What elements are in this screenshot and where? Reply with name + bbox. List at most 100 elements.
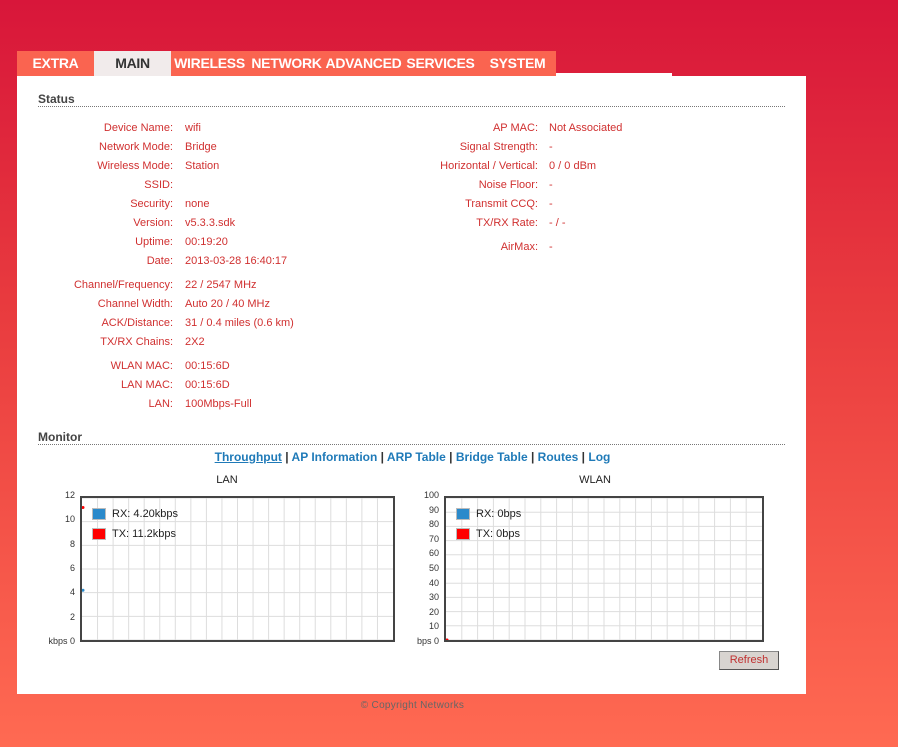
status-value: -: [549, 198, 553, 210]
legend-label: RX: 4.20kbps: [112, 508, 179, 520]
data-point: [446, 638, 449, 640]
tab-wireless[interactable]: WIRELESS: [171, 51, 248, 76]
y-tick-label: 12: [64, 490, 75, 500]
status-value: Bridge: [185, 141, 217, 153]
link-separator: |: [377, 450, 387, 464]
tab-network[interactable]: NETWORK: [248, 51, 325, 76]
status-label: Transmit CCQ:: [465, 198, 538, 210]
status-label: TX/RX Rate:: [476, 217, 538, 229]
data-point: [82, 505, 85, 509]
y-tick-label: 90: [428, 504, 439, 515]
status-label: Channel Width:: [97, 298, 173, 310]
status-value: -: [549, 141, 553, 153]
tab-main[interactable]: MAIN: [94, 51, 171, 76]
tab-services[interactable]: SERVICES: [402, 51, 479, 76]
link-arp-table[interactable]: ARP Table: [387, 450, 446, 464]
y-tick-label: bps 0: [416, 636, 439, 646]
status-label: Date:: [146, 255, 173, 267]
tab-system[interactable]: SYSTEM: [479, 51, 556, 76]
status-value: v5.3.3.sdk: [185, 217, 236, 229]
link-separator: |: [527, 450, 538, 464]
link-separator: |: [445, 450, 456, 464]
status-label: Network Mode:: [99, 141, 173, 153]
status-value: 22 / 2547 MHz: [185, 279, 257, 291]
status-label: Noise Floor:: [478, 179, 538, 191]
status-value: Auto 20 / 40 MHz: [185, 298, 270, 310]
tx-swatch-icon: [92, 528, 106, 540]
divider: [38, 106, 785, 107]
tab-extra[interactable]: EXTRA: [17, 51, 94, 76]
refresh-button[interactable]: Refresh: [719, 651, 779, 670]
rx-swatch-icon: [456, 508, 470, 520]
status-label: Version:: [133, 217, 173, 229]
status-label: AP MAC:: [492, 122, 538, 134]
y-tick-label: kbps 0: [48, 636, 75, 646]
link-throughput[interactable]: Throughput: [215, 450, 282, 464]
y-tick-label: 60: [428, 548, 439, 559]
chart-title: WLAN: [579, 474, 611, 486]
status-label: LAN:: [148, 398, 173, 410]
link-separator: |: [281, 450, 292, 464]
status-label: LAN MAC:: [121, 379, 173, 391]
main-nav: EXTRA MAIN WIRELESS NETWORK ADVANCED SERVICES…: [17, 51, 556, 76]
y-tick-label: 8: [69, 538, 75, 549]
status-label: AirMax:: [500, 241, 538, 253]
y-tick-label: 6: [69, 563, 75, 573]
status-value: -: [549, 179, 553, 191]
tab-advanced[interactable]: ADVANCED: [325, 51, 402, 76]
status-value: 00:19:20: [185, 236, 228, 248]
legend-item: RX: 0bps: [456, 508, 521, 520]
legend-label: TX: 11.2kbps: [112, 528, 176, 540]
status-label: Signal Strength:: [459, 141, 538, 153]
y-tick-label: 20: [428, 606, 439, 617]
status-label: Device Name:: [103, 122, 173, 134]
link-bridge-table[interactable]: Bridge Table: [456, 450, 528, 464]
status-value: 100Mbps-Full: [185, 398, 252, 410]
status-value: 2013-03-28 16:40:17: [185, 255, 288, 267]
y-tick-label: 4: [69, 587, 75, 598]
y-tick-label: 70: [428, 533, 439, 544]
link-log[interactable]: Log: [588, 450, 610, 464]
status-value: 00:15:6D: [185, 379, 230, 391]
status-label: Channel/Frequency:: [73, 279, 173, 291]
status-label: ACK/Distance:: [101, 317, 173, 329]
data-point: [82, 588, 85, 592]
legend-item: TX: 0bps: [456, 528, 520, 540]
y-tick-label: 80: [428, 519, 439, 530]
monitor-links: Throughput | AP Information | ARP Table …: [0, 450, 825, 464]
status-label: WLAN MAC:: [110, 360, 173, 372]
y-tick-label: 40: [428, 577, 439, 588]
link-routes[interactable]: Routes: [538, 450, 579, 464]
link-separator: |: [578, 450, 589, 464]
status-value: 0 / 0 dBm: [549, 160, 597, 172]
status-value: 31 / 0.4 miles (0.6 km): [185, 317, 294, 329]
y-tick-label: 10: [428, 621, 439, 632]
monitor-heading: Monitor: [38, 430, 82, 444]
legend-item: TX: 11.2kbps: [92, 528, 176, 540]
link-ap-information[interactable]: AP Information: [292, 450, 378, 464]
status-label: SSID:: [144, 179, 173, 191]
status-value: 00:15:6D: [185, 360, 230, 372]
status-value: - / -: [549, 217, 566, 229]
legend-label: RX: 0bps: [476, 508, 522, 520]
divider: [38, 444, 785, 445]
legend-label: TX: 0bps: [476, 528, 521, 540]
y-tick-label: 30: [428, 592, 439, 603]
status-value: Station: [185, 160, 220, 172]
rx-swatch-icon: [92, 508, 106, 520]
status-heading: Status: [38, 92, 75, 106]
status-label: Security:: [130, 198, 173, 210]
status-label: Uptime:: [135, 236, 173, 248]
status-value: Not Associated: [549, 122, 623, 134]
tx-swatch-icon: [456, 528, 470, 540]
status-label: Wireless Mode:: [97, 160, 173, 172]
y-tick-label: 10: [64, 514, 75, 525]
status-value: none: [185, 198, 210, 210]
legend-item: RX: 4.20kbps: [92, 508, 178, 520]
status-value: wifi: [185, 122, 201, 134]
y-tick-label: 50: [428, 563, 439, 573]
status-value: 2X2: [185, 336, 205, 348]
status-label: Horizontal / Vertical:: [440, 160, 538, 172]
chart-title: LAN: [216, 474, 238, 486]
status-value: -: [549, 241, 553, 253]
